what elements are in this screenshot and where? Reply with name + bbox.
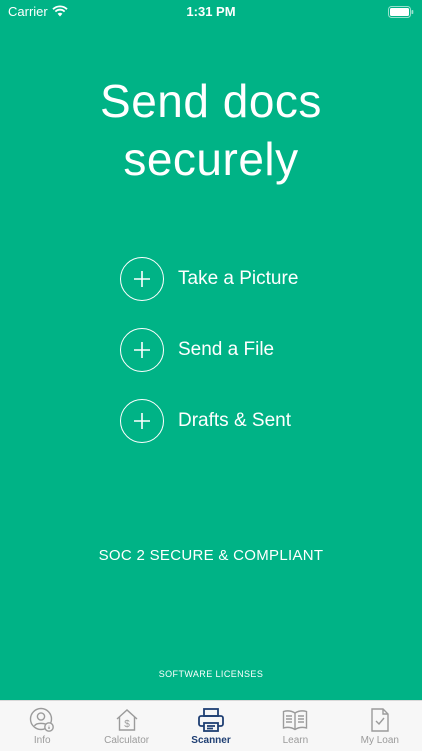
house-dollar-icon: $ xyxy=(114,707,140,733)
user-info-icon xyxy=(29,707,55,733)
tab-my-loan-label: My Loan xyxy=(360,735,399,746)
page-title: Send docs securely xyxy=(0,72,422,188)
tab-learn[interactable]: Learn xyxy=(253,701,337,751)
tab-scanner[interactable]: Scanner xyxy=(169,701,253,751)
take-picture-button[interactable]: Take a Picture xyxy=(120,255,380,303)
drafts-sent-label: Drafts & Sent xyxy=(178,410,291,431)
status-time: 1:31 PM xyxy=(186,4,236,19)
tab-my-loan[interactable]: My Loan xyxy=(338,701,422,751)
drafts-sent-button[interactable]: Drafts & Sent xyxy=(120,397,380,445)
battery-icon xyxy=(388,5,414,23)
security-note: SOC 2 SECURE & COMPLIANT xyxy=(98,547,324,564)
send-file-button[interactable]: Send a File xyxy=(120,326,380,374)
tab-info-label: Info xyxy=(33,735,51,746)
send-file-label: Send a File xyxy=(178,339,275,360)
page-title-line-2: securely xyxy=(123,133,299,185)
plus-icon xyxy=(120,257,164,301)
take-picture-label: Take a Picture xyxy=(178,268,299,289)
book-icon xyxy=(281,707,309,733)
plus-icon xyxy=(120,328,164,372)
status-bar: Carrier 1:31 PM xyxy=(0,0,422,22)
tab-calculator[interactable]: $ Calculator xyxy=(84,701,168,751)
tab-learn-label: Learn xyxy=(282,735,309,746)
tab-scanner-label: Scanner xyxy=(191,735,231,746)
tab-calculator-label: Calculator xyxy=(104,735,150,746)
svg-text:$: $ xyxy=(124,719,130,730)
document-check-icon xyxy=(368,707,392,733)
plus-icon xyxy=(120,399,164,443)
page-title-line-1: Send docs xyxy=(100,75,322,127)
tab-info[interactable]: Info xyxy=(0,701,84,751)
tab-bar: Info $ Calculator Scanner Learn My Loan xyxy=(0,700,422,751)
scanner-icon xyxy=(197,707,225,733)
software-licenses-link[interactable]: SOFTWARE LICENSES xyxy=(0,669,422,679)
